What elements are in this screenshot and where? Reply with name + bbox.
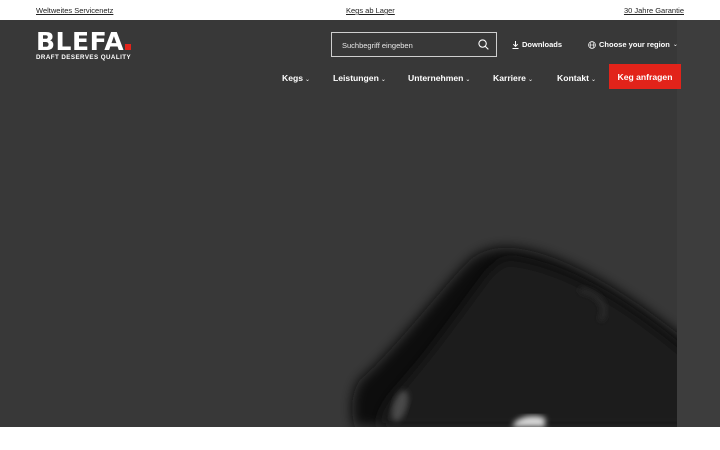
chevron-down-icon: ⌄	[527, 77, 533, 83]
downloads-link[interactable]: Downloads	[512, 40, 562, 49]
chevron-down-icon: ⌄	[380, 77, 386, 83]
link-worldwide-service[interactable]: Weltweites Servicenetz	[36, 6, 113, 15]
link-kegs-in-stock[interactable]: Kegs ab Lager	[346, 6, 395, 15]
logo-wordmark: BLEFA	[36, 27, 125, 56]
logo-accent-dot	[125, 44, 132, 50]
region-selector[interactable]: Choose your region ⌄	[588, 40, 678, 49]
logo-tagline: DRAFT DESERVES QUALITY	[36, 54, 132, 61]
nav-label: Unternehmen	[408, 73, 464, 83]
downloads-label: Downloads	[522, 40, 563, 49]
hero-right-edge	[677, 20, 720, 427]
nav-item-leistungen[interactable]: Leistungen ⌄	[333, 73, 386, 83]
search-icon[interactable]	[478, 39, 489, 50]
blefa-logo[interactable]: BLEFA DRAFT DESERVES QUALITY	[36, 27, 132, 61]
nav-label: Karriere	[493, 73, 526, 83]
chevron-down-icon: ⌄	[305, 77, 311, 83]
search-box	[331, 32, 497, 58]
request-keg-button[interactable]: Keg anfragen	[609, 64, 681, 89]
top-bar: Weltweites Servicenetz Kegs ab Lager 30 …	[0, 0, 720, 20]
chevron-down-icon: ⌄	[672, 42, 678, 48]
nav-item-kontakt[interactable]: Kontakt ⌄	[557, 73, 596, 83]
chevron-down-icon: ⌄	[591, 77, 597, 83]
nav-label: Kontakt	[557, 73, 589, 83]
region-label: Choose your region	[599, 40, 670, 49]
globe-icon	[588, 40, 596, 49]
nav-item-kegs[interactable]: Kegs ⌄	[282, 73, 310, 83]
download-icon	[512, 40, 519, 49]
chevron-down-icon: ⌄	[465, 77, 471, 83]
nav-label: Leistungen	[333, 73, 379, 83]
search-input[interactable]	[340, 33, 479, 58]
nav-item-unternehmen[interactable]: Unternehmen ⌄	[408, 73, 470, 83]
link-warranty[interactable]: 30 Jahre Garantie	[624, 6, 684, 15]
nav-item-karriere[interactable]: Karriere ⌄	[493, 73, 533, 83]
nav-label: Kegs	[282, 73, 304, 83]
